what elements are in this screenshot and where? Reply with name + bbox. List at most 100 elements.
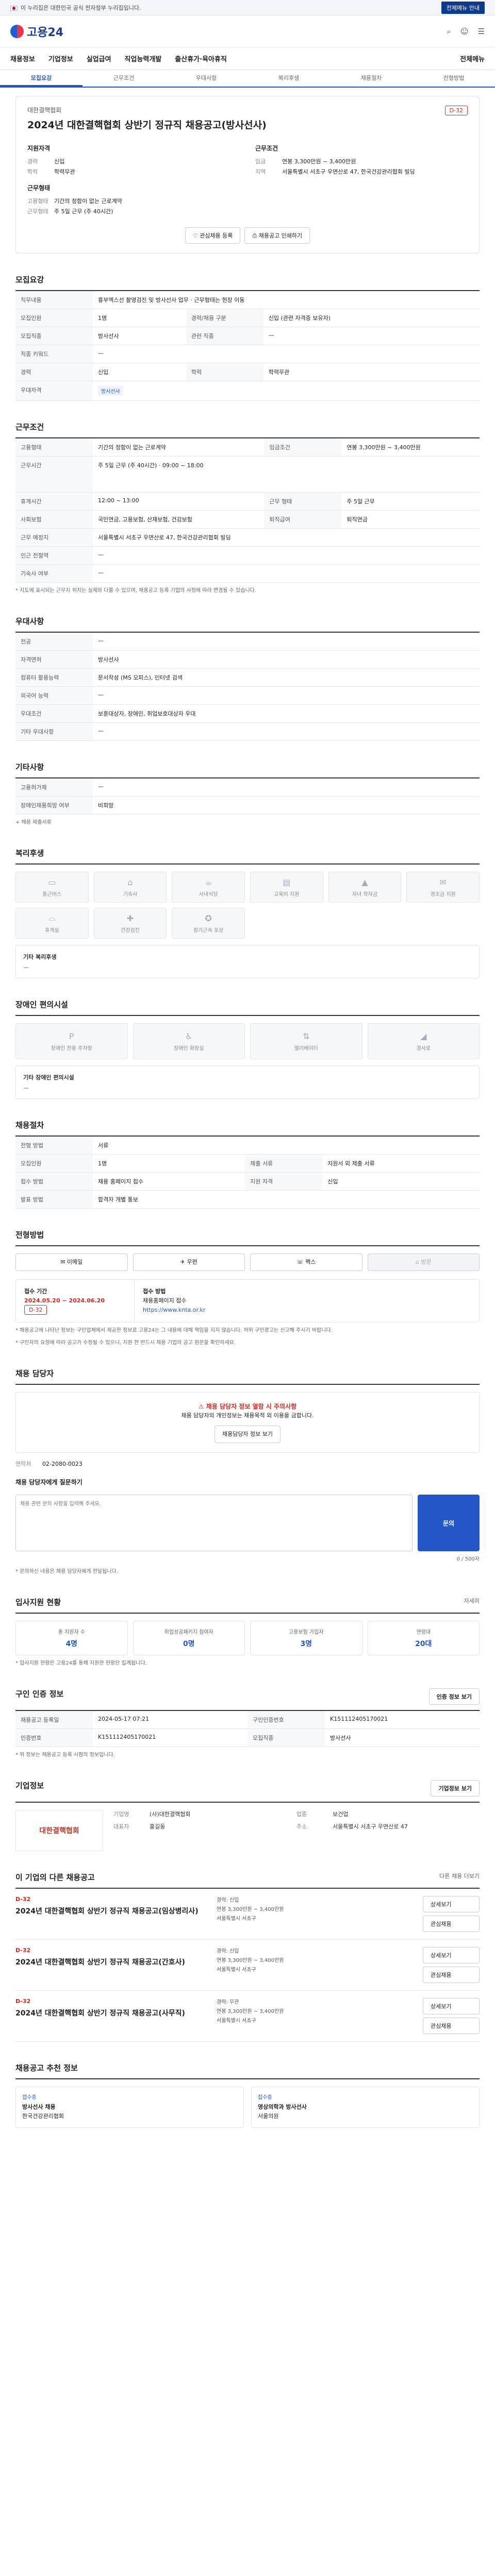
- etc-extra-link[interactable]: + 채용 제출서류: [15, 819, 480, 827]
- job-title-link[interactable]: 2024년 대한결핵협회 상반기 정규직 채용공고(사무직): [15, 2008, 211, 2018]
- site-logo[interactable]: 고용24: [10, 23, 63, 40]
- gnb-item-leave[interactable]: 출산휴가·육아휴직: [175, 54, 227, 63]
- qna-alert: ⚠ 채용 담당자 정보 열람 시 주의사항: [198, 1403, 297, 1410]
- disabled-section: 장애인 편의시설 P 장애인 전용 주차장 ♿ 장애인 화장실 ⇅ 엘리베이터 ◢ 경사…: [15, 999, 480, 1099]
- jobs-more-link[interactable]: 다른 채용 더보기: [439, 1872, 480, 1883]
- row-value: 문서작성 (MS 오피스), 인터넷 검색: [93, 668, 480, 687]
- welfare-item: ✉ 경조금 지원: [406, 872, 480, 903]
- row-value: 보훈대상자, 장애인, 취업보호대상자 우대: [93, 704, 480, 723]
- summary-qualify-title: 지원자격: [27, 145, 51, 152]
- recommend-card[interactable]: 접수중 영상의학과 방사선사 서울의원: [251, 2087, 480, 2128]
- job-scrap-button[interactable]: 관심채용: [423, 1967, 480, 1983]
- gnb-item-training[interactable]: 직업능력개발: [125, 54, 162, 63]
- work-note: * 지도에 표시되는 근무지 위치는 실제와 다를 수 있으며, 채용공고 등록…: [15, 588, 257, 594]
- qna-note: * 문의하신 내용은 채용 담당자에게 전달됩니다.: [15, 1569, 118, 1574]
- gov-banner-text: 이 누리집은 대한민국 공식 전자정부 누리집입니다.: [10, 4, 141, 12]
- row-label: 장애인채용희망 여부: [15, 796, 93, 815]
- row-value: 학력무관: [263, 363, 480, 381]
- facility-item: ◢ 경사로: [367, 1023, 480, 1059]
- gnb-item-jobs[interactable]: 채용정보: [10, 54, 35, 63]
- row-label: 근무시간: [15, 456, 93, 493]
- method-fax[interactable]: ☏ 팩스: [250, 1253, 362, 1271]
- graduation-icon: ▲: [361, 877, 368, 887]
- job-row: D-32 2024년 대한결핵협회 상반기 정규직 채용공고(사무직) 경력: 무…: [15, 1991, 480, 2042]
- job-detail-button[interactable]: 상세보기: [423, 1947, 480, 1963]
- welfare-free-box: 기타 복리후생 —: [15, 945, 480, 978]
- info-section: 구인 인증 정보 인증 정보 보기 채용공고 등록일 2024-05-17 07:2…: [15, 1688, 480, 1759]
- menu-icon[interactable]: ☰: [478, 27, 485, 36]
- section-title: 입사지원 현황: [15, 1598, 61, 1607]
- row-label: 전형 방법: [15, 1137, 93, 1155]
- tab-recruit[interactable]: 모집요강: [0, 70, 82, 87]
- row-value: 2024-05-17 07:21: [93, 1711, 248, 1729]
- gnb-item-unemployment[interactable]: 실업급여: [87, 54, 111, 63]
- job-scrap-button[interactable]: 관심채용: [423, 2018, 480, 2034]
- scrap-button[interactable]: ♡ 관심채용 등록: [185, 227, 241, 244]
- license-tag: 방사선사: [98, 386, 123, 396]
- row-value: 채용 홈페이지 접수: [93, 1172, 245, 1191]
- etc-section: 기타사항 고용허가제 — 장애인채용희망 여부 비희망 + 채용 제출서류: [15, 761, 480, 827]
- row-value: 방사선사: [93, 381, 480, 401]
- job-title-link[interactable]: 2024년 대한결핵협회 상반기 정규직 채용공고(임상병리사): [15, 1906, 211, 1916]
- row-value: —: [93, 546, 480, 565]
- apply-note-2: * 구인자의 요청에 따라 공고가 수정될 수 있으니, 지원 전 반드시 채용…: [15, 1340, 236, 1346]
- row-label: 퇴직급여: [264, 510, 342, 529]
- row-value: 비희망: [93, 796, 480, 815]
- tab-process[interactable]: 채용절차: [330, 70, 412, 87]
- row-label: 고용형태: [15, 438, 93, 456]
- print-button[interactable]: ⎙ 채용공고 인쇄하기: [244, 227, 310, 244]
- tab-apply[interactable]: 전형방법: [412, 70, 495, 87]
- kv-value: 서울특별시 서초구 우면산로 47, 한국건강관리협회 빌딩: [282, 168, 415, 175]
- summary-type-title: 근무형태: [27, 184, 51, 192]
- corp-value: 보건업: [333, 1811, 349, 1818]
- row-label: 모집직종: [15, 327, 93, 345]
- row-value: 흉부엑스선 촬영검진 및 방사선사 업무 · 근무형태는 현장 이동: [93, 291, 480, 309]
- welfare-item: ✚ 건강검진: [93, 908, 167, 939]
- row-value: 12:00 ~ 13:00: [93, 492, 265, 511]
- cert-info-button[interactable]: 인증 정보 보기: [428, 1688, 480, 1705]
- section-title: 우대사항: [15, 616, 480, 633]
- qna-textarea[interactable]: [15, 1495, 412, 1551]
- period-dday: D-32: [24, 1305, 47, 1315]
- row-value: 기간의 정함이 없는 근로계약: [93, 438, 265, 456]
- recommend-card[interactable]: 접수중 방사선사 채용 한국건강관리협회: [15, 2087, 244, 2128]
- method-email[interactable]: ✉ 이메일: [15, 1253, 128, 1271]
- recruit-section: 모집요강 직무내용 흉부엑스선 촬영검진 및 방사선사 업무 · 근무형태는 현장…: [15, 274, 480, 401]
- welfare-item: ▭ 통근버스: [15, 872, 89, 903]
- status-more-link[interactable]: 자세히: [464, 1597, 480, 1607]
- row-label: 근무 형태: [264, 492, 342, 511]
- view-contact-button[interactable]: 채용담당자 정보 보기: [214, 1426, 281, 1443]
- period-value: 2024.05.20 ~ 2024.06.20: [24, 1297, 105, 1304]
- job-detail-button[interactable]: 상세보기: [423, 1998, 480, 2014]
- job-detail-button[interactable]: 상세보기: [423, 1896, 480, 1912]
- stat-card: 총 지원자 수 4명: [15, 1621, 128, 1655]
- qna-counter: 0 / 500자: [456, 1556, 480, 1562]
- job-scrap-button[interactable]: 관심채용: [423, 1916, 480, 1932]
- row-label: 학력: [186, 363, 263, 381]
- book-icon: ▤: [283, 877, 291, 887]
- row-value: —: [93, 722, 480, 741]
- section-tabs: 모집요강 근무조건 우대사항 복리후생 채용절차 전형방법: [0, 70, 495, 88]
- gov-banner: 이 누리집은 대한민국 공식 전자정부 누리집입니다. 전체메뉴 안내: [0, 0, 495, 15]
- row-label: 인증번호: [15, 1728, 93, 1747]
- gnb-item-company[interactable]: 기업정보: [48, 54, 73, 63]
- tab-work[interactable]: 근무조건: [82, 70, 165, 87]
- row-value: 신입: [322, 1172, 480, 1191]
- method-visit: ⌂ 방문: [367, 1253, 480, 1271]
- user-icon[interactable]: ☺: [460, 27, 469, 36]
- section-title: 장애인 편의시설: [15, 999, 480, 1016]
- row-value: 지원서 외 제출 서류: [322, 1154, 480, 1173]
- tab-welfare[interactable]: 복리후생: [248, 70, 330, 87]
- welfare-item: ▤ 교육비 지원: [250, 872, 323, 903]
- method-post[interactable]: ✈ 우편: [133, 1253, 245, 1271]
- gov-banner-button[interactable]: 전체메뉴 안내: [441, 1, 485, 14]
- apply-url-link[interactable]: https://www.knta.or.kr: [143, 1307, 205, 1313]
- qna-section: 채용 담당자 ⚠ 채용 담당자 정보 열람 시 주의사항 채용 담당자의 개인정…: [15, 1368, 480, 1576]
- gnb-all-menu[interactable]: 전체메뉴: [460, 54, 485, 63]
- search-icon[interactable]: ⌕: [447, 27, 451, 36]
- qna-send-button[interactable]: 문의: [418, 1495, 480, 1551]
- corp-key: 기업명: [113, 1811, 129, 1818]
- company-more-button[interactable]: 기업정보 보기: [431, 1780, 480, 1797]
- job-title-link[interactable]: 2024년 대한결핵협회 상반기 정규직 채용공고(간호사): [15, 1957, 211, 1967]
- tab-prefer[interactable]: 우대사항: [165, 70, 248, 87]
